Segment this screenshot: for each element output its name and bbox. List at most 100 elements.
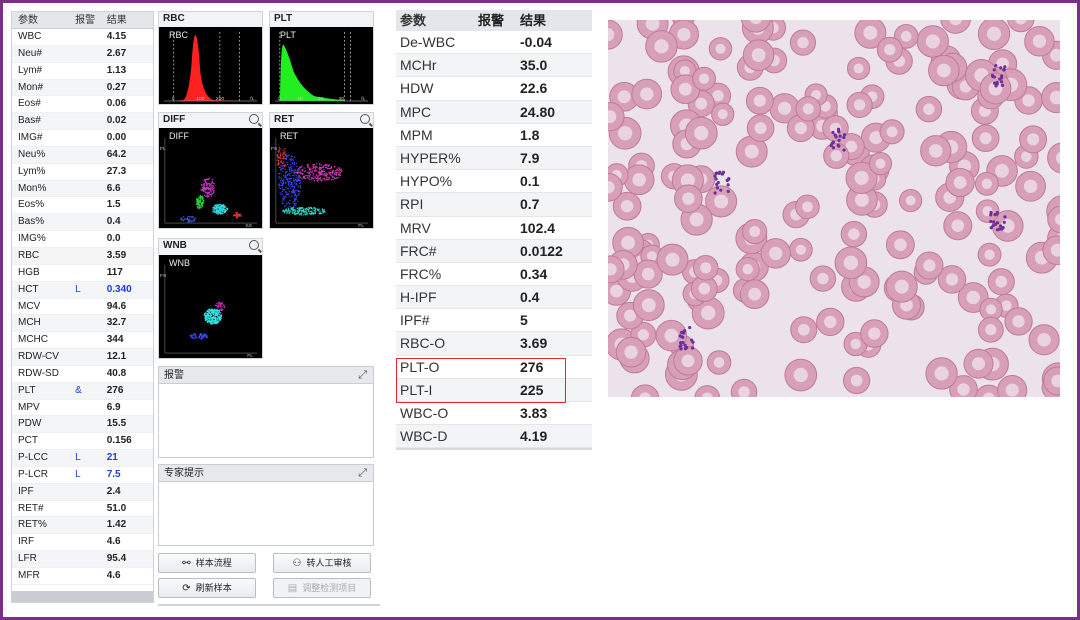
param-value: 2.4 xyxy=(106,485,121,497)
param-value: 21 xyxy=(106,452,118,464)
table-row[interactable]: PDW 15.5 xyxy=(12,416,153,434)
param-value: 94.6 xyxy=(106,300,127,312)
bottom-divider xyxy=(158,604,380,606)
table-row[interactable]: RET% 1.42 xyxy=(12,517,153,535)
param-flag xyxy=(71,366,104,382)
table-row[interactable]: IMG# 0.00 xyxy=(12,130,153,147)
table-row[interactable]: HDW 22.6 xyxy=(396,77,592,101)
table-row[interactable]: De-WBC -0.04 xyxy=(396,31,592,55)
sample-flow-button[interactable]: ⚯ 样本流程 xyxy=(158,553,256,573)
table-row[interactable]: RET# 51.0 xyxy=(12,501,153,518)
header-param: 参数 xyxy=(18,15,38,26)
table-row[interactable]: MPM 1.8 xyxy=(396,124,592,147)
table-row[interactable]: Bas% 0.4 xyxy=(12,214,153,232)
alarm-panel: 报警 ⤢ xyxy=(158,366,374,458)
param-name: P-LCC xyxy=(18,452,49,464)
param-value: 0.34 xyxy=(520,265,548,282)
rbc-histogram: RBC 0 100 200 fL xyxy=(159,27,262,104)
ret-scattergram: RET FL FS xyxy=(270,128,373,228)
table-row[interactable]: MCH 32.7 xyxy=(12,315,153,333)
param-name: RDW-CV xyxy=(18,351,59,363)
plt-histogram: PLT 0 10 20 30 fL xyxy=(270,27,373,104)
param-name: MCH xyxy=(18,317,41,329)
table-row[interactable]: MRV 102.4 xyxy=(396,217,592,240)
param-flag xyxy=(71,181,104,197)
table-row[interactable]: IPF 2.4 xyxy=(12,483,153,501)
tick-20: 20 xyxy=(318,96,324,102)
param-value: 32.7 xyxy=(106,317,127,329)
param-flag xyxy=(71,400,104,416)
table-row[interactable]: MPV 6.9 xyxy=(12,400,153,417)
table-row[interactable]: Mon% 6.6 xyxy=(12,180,153,198)
table-row[interactable]: HYPER% 7.9 xyxy=(396,146,592,171)
table-row[interactable]: P-LCC L 21 xyxy=(12,450,153,467)
table-row[interactable]: WBC-D 4.19 xyxy=(396,425,592,449)
table-row[interactable]: Neu# 2.67 xyxy=(12,45,153,63)
wnb-scattergram-panel[interactable]: WNB WNB FL FS xyxy=(158,238,263,359)
panel-title: PLT xyxy=(274,13,293,24)
param-name: IMG% xyxy=(18,233,46,245)
table-row[interactable]: WBC-O 3.83 xyxy=(396,402,592,426)
table-row[interactable]: MCHr 35.0 xyxy=(396,54,592,78)
table-row[interactable]: RBC-O 3.69 xyxy=(396,332,592,356)
table-row[interactable]: RBC 3.59 xyxy=(12,247,153,265)
param-flag: L xyxy=(75,468,81,480)
table-row[interactable]: RPI 0.7 xyxy=(396,193,592,217)
table-row[interactable]: RDW-SD 40.8 xyxy=(12,366,153,383)
table-row[interactable]: HYPO% 0.1 xyxy=(396,170,592,194)
table-row[interactable]: WBC 4.15 xyxy=(12,29,153,46)
table-row[interactable]: PLT & 276 xyxy=(12,382,153,400)
expand-icon[interactable]: ⤢ xyxy=(358,370,367,381)
table-row[interactable]: Eos# 0.06 xyxy=(12,96,153,114)
axis-x-label: FL xyxy=(247,353,253,358)
table-row[interactable]: HGB 117 xyxy=(12,265,153,282)
table-row[interactable]: FRC% 0.34 xyxy=(396,263,592,287)
table-row[interactable]: MCV 94.6 xyxy=(12,299,153,316)
table-row[interactable]: Bas# 0.02 xyxy=(12,113,153,131)
table-row[interactable]: IMG% 0.0 xyxy=(12,231,153,248)
table-row[interactable]: H-IPF 0.4 xyxy=(396,286,592,310)
table-row[interactable]: FRC# 0.0122 xyxy=(396,239,592,263)
table-row[interactable]: MCHC 344 xyxy=(12,332,153,350)
manual-review-button[interactable]: ⚇ 转人工审核 xyxy=(273,553,371,573)
param-value: 64.2 xyxy=(106,148,127,160)
header-result: 结果 xyxy=(106,15,127,26)
table-row[interactable]: MPC 24.80 xyxy=(396,100,592,124)
table-row[interactable]: Mon# 0.27 xyxy=(12,79,153,97)
tick-100: 100 xyxy=(196,96,204,102)
param-name: MFR xyxy=(18,570,40,581)
table-row[interactable]: LFR 95.4 xyxy=(12,551,153,568)
axis-y-label: FS xyxy=(160,273,167,279)
param-value: 4.15 xyxy=(106,31,127,42)
zoom-icon[interactable] xyxy=(249,240,259,250)
table-row[interactable]: RDW-CV 12.1 xyxy=(12,349,153,366)
person-icon: ⚇ xyxy=(292,558,302,569)
param-name: RPI xyxy=(400,196,424,213)
param-name: Eos# xyxy=(18,98,41,110)
expand-icon[interactable]: ⤢ xyxy=(358,468,367,479)
table-row[interactable]: Lym# 1.13 xyxy=(12,63,153,80)
param-flag xyxy=(71,63,104,79)
adjust-items-button[interactable]: ▤ 调整检测项目 xyxy=(273,578,371,598)
param-name: LFR xyxy=(18,553,37,565)
table-row[interactable]: PCT 0.156 xyxy=(12,433,153,451)
table-row[interactable]: IRF 4.6 xyxy=(12,534,153,552)
param-value: 102.4 xyxy=(520,219,556,236)
param-name: MCHr xyxy=(400,57,437,74)
horizontal-scrollbar[interactable] xyxy=(12,591,153,602)
table-row[interactable]: Neu% 64.2 xyxy=(12,146,153,164)
table-row[interactable]: HCT L 0.340 xyxy=(12,281,153,299)
refresh-sample-button[interactable]: ⟳ 刷新样本 xyxy=(158,578,256,598)
rbc-histogram-panel[interactable]: RBC RBC 0 100 200 fL xyxy=(158,11,263,105)
ret-scattergram-panel[interactable]: RET RET FL FS xyxy=(269,112,374,229)
diff-scattergram-panel[interactable]: DIFF DIFF SS FL xyxy=(158,112,263,229)
table-row[interactable]: Eos% 1.5 xyxy=(12,197,153,215)
table-row[interactable]: Lym% 27.3 xyxy=(12,164,153,181)
plt-histogram-panel[interactable]: PLT PLT 0 10 20 30 fL xyxy=(269,11,374,105)
table-row[interactable]: IPF# 5 xyxy=(396,309,592,333)
table-row[interactable]: MFR 4.6 xyxy=(12,568,153,585)
zoom-icon[interactable] xyxy=(360,114,370,124)
param-name: RET# xyxy=(18,502,44,514)
zoom-icon[interactable] xyxy=(249,114,259,124)
table-row[interactable]: P-LCR L 7.5 xyxy=(12,467,153,484)
